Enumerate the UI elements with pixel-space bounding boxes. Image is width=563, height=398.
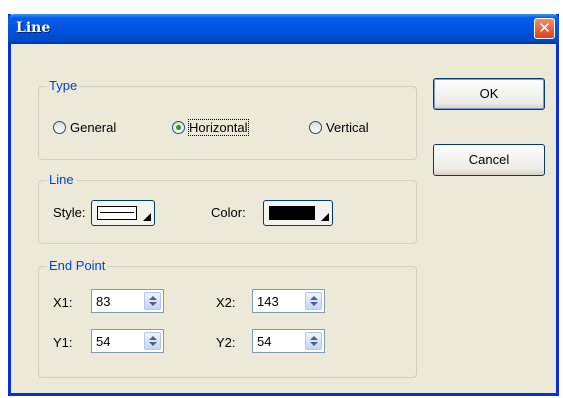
radio-horizontal-label: Horizontal bbox=[188, 119, 249, 136]
radio-general-label: General bbox=[70, 120, 117, 135]
radio-horizontal[interactable]: Horizontal bbox=[172, 119, 249, 136]
close-button[interactable]: ✕ bbox=[534, 18, 555, 39]
style-label: Style: bbox=[53, 205, 86, 220]
dialog-title: Line bbox=[16, 20, 51, 36]
line-style-swatch bbox=[97, 206, 137, 220]
radio-general[interactable]: General bbox=[53, 120, 116, 135]
spin-arrows-icon[interactable] bbox=[305, 292, 322, 310]
dropdown-arrow-icon bbox=[321, 213, 329, 221]
y1-input[interactable]: 54 bbox=[96, 334, 110, 349]
ok-button[interactable]: OK bbox=[433, 78, 545, 110]
x1-spinner[interactable]: 83 bbox=[91, 289, 164, 313]
color-label: Color: bbox=[211, 205, 246, 220]
color-picker[interactable] bbox=[263, 200, 333, 226]
close-icon: ✕ bbox=[538, 19, 551, 37]
title-bar[interactable]: Line ✕ bbox=[8, 14, 559, 44]
line-dialog: Line ✕ Type General Horizontal Vertical … bbox=[8, 14, 559, 396]
radio-vertical-indicator[interactable] bbox=[309, 121, 322, 134]
radio-horizontal-indicator[interactable] bbox=[172, 121, 185, 134]
end-point-legend: End Point bbox=[47, 258, 108, 273]
type-legend: Type bbox=[47, 78, 80, 93]
y2-label: Y2: bbox=[216, 335, 236, 350]
y2-input[interactable]: 54 bbox=[257, 334, 271, 349]
x1-label: X1: bbox=[53, 295, 73, 310]
radio-general-indicator[interactable] bbox=[53, 121, 66, 134]
line-group: Line Style: Color: bbox=[38, 172, 417, 244]
end-point-group: End Point X1: 83 X2: 143 Y1: 54 Y2: 54 bbox=[38, 258, 417, 378]
x2-label: X2: bbox=[216, 295, 236, 310]
color-swatch bbox=[269, 206, 315, 220]
x2-spinner[interactable]: 143 bbox=[252, 289, 325, 313]
y1-label: Y1: bbox=[53, 335, 73, 350]
spin-arrows-icon[interactable] bbox=[144, 332, 161, 350]
radio-vertical-label: Vertical bbox=[326, 120, 369, 135]
y2-spinner[interactable]: 54 bbox=[252, 329, 325, 353]
type-group: Type General Horizontal Vertical bbox=[38, 78, 417, 160]
spin-arrows-icon[interactable] bbox=[144, 292, 161, 310]
radio-vertical[interactable]: Vertical bbox=[309, 120, 369, 135]
cancel-button[interactable]: Cancel bbox=[433, 144, 545, 176]
style-picker[interactable] bbox=[91, 200, 155, 226]
y1-spinner[interactable]: 54 bbox=[91, 329, 164, 353]
x1-input[interactable]: 83 bbox=[96, 294, 110, 309]
line-legend: Line bbox=[47, 172, 76, 187]
x2-input[interactable]: 143 bbox=[257, 294, 279, 309]
spin-arrows-icon[interactable] bbox=[305, 332, 322, 350]
dropdown-arrow-icon bbox=[143, 213, 151, 221]
